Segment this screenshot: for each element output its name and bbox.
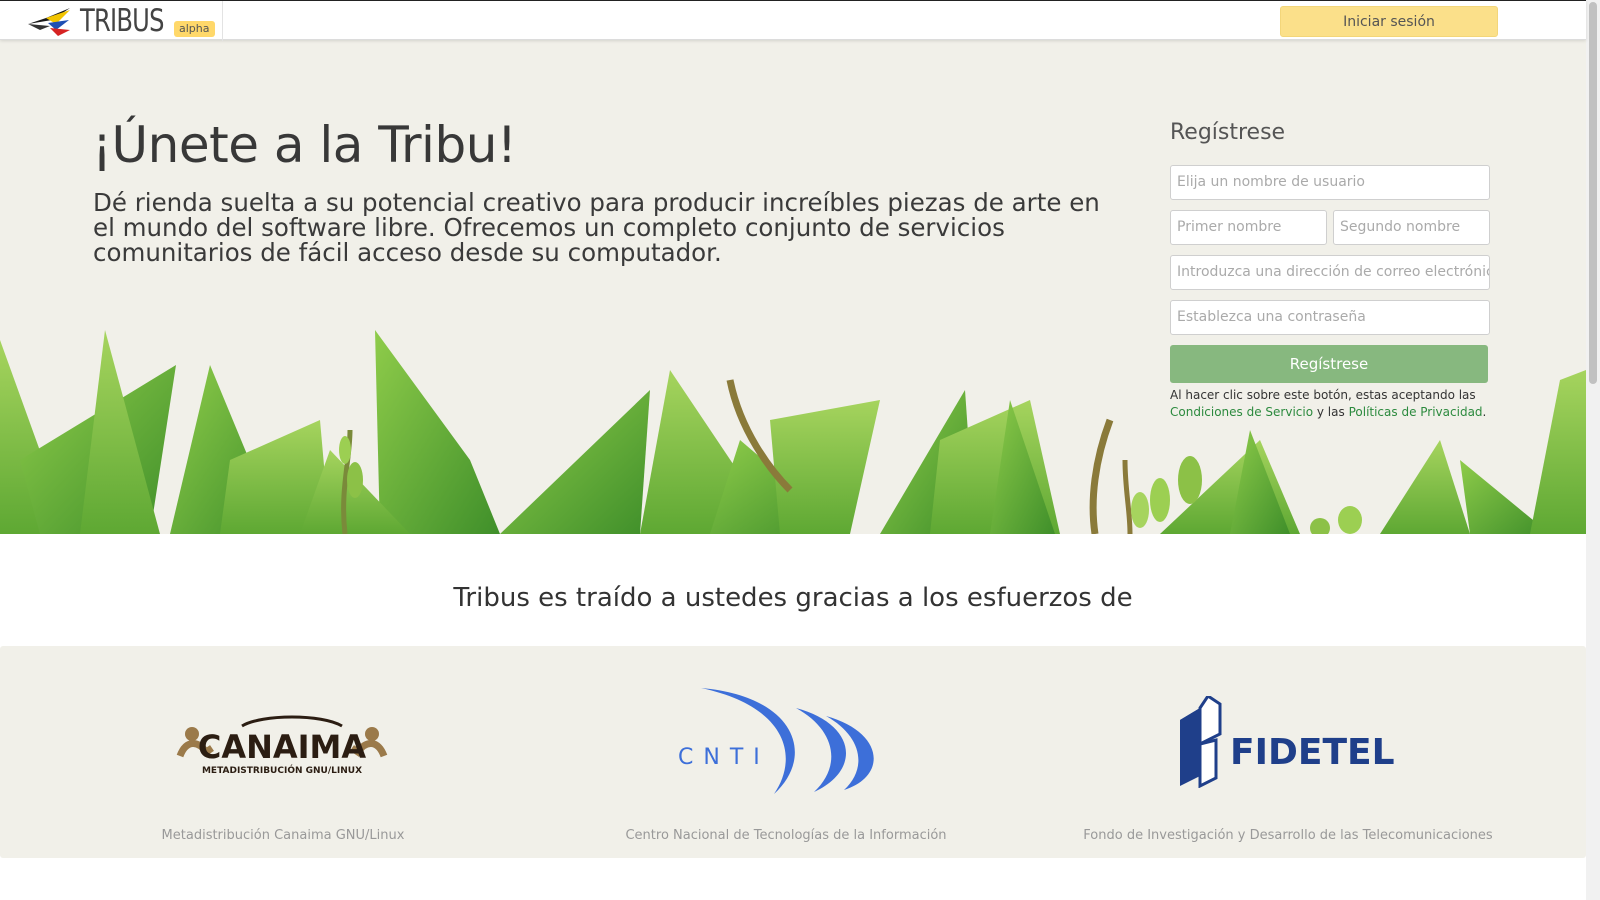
fidetel-logo-text: FIDETEL	[1230, 732, 1395, 773]
fidetel-logo[interactable]: FIDETEL	[1180, 693, 1400, 792]
email-input[interactable]: Introduzca una dirección de correo elect…	[1170, 255, 1490, 290]
canaima-caption: Metadistribución Canaima GNU/Linux	[161, 828, 405, 843]
top-navbar: TRIBUS alpha Iniciar sesión	[0, 0, 1586, 41]
scrollbar-thumb[interactable]	[1589, 2, 1597, 384]
canaima-logo-subtext: METADISTRIBUCIÓN GNU/LINUX	[202, 764, 362, 776]
alpha-badge: alpha	[174, 21, 215, 37]
register-button[interactable]: Regístrese	[1170, 345, 1488, 383]
signup-form: Regístrese Elija un nombre de usuario Pr…	[1170, 120, 1490, 421]
privacy-policy-link[interactable]: Políticas de Privacidad	[1349, 405, 1483, 419]
brand-logo-link[interactable]: TRIBUS	[26, 4, 187, 38]
hero-section: ¡Únete a la Tribu! Dé rienda suelta a su…	[0, 40, 1586, 534]
navbar-divider	[222, 1, 223, 41]
terms-text: Al hacer clic sobre este botón, estas ac…	[1170, 387, 1490, 421]
terms-suffix: .	[1482, 405, 1487, 419]
terms-middle: y las	[1316, 405, 1345, 419]
hero-title: ¡Únete a la Tribu!	[92, 116, 517, 174]
cnti-caption: Centro Nacional de Tecnologías de la Inf…	[625, 828, 947, 843]
cnti-logo-text: CNTI	[678, 745, 770, 770]
sponsors-title: Tribus es traído a ustedes gracias a los…	[453, 583, 1133, 613]
last-name-input[interactable]: Segundo nombre	[1333, 210, 1490, 245]
password-input[interactable]: Establezca una contraseña	[1170, 300, 1490, 335]
name-row: Primer nombre Segundo nombre	[1170, 210, 1490, 255]
sponsors-section: CANAIMA METADISTRIBUCIÓN GNU/LINUX Metad…	[0, 646, 1586, 858]
fidetel-caption: Fondo de Investigación y Desarrollo de l…	[1083, 828, 1493, 843]
page-scrollbar[interactable]	[1586, 0, 1600, 900]
canaima-logo-text: CANAIMA	[198, 728, 367, 766]
canaima-logo[interactable]: CANAIMA METADISTRIBUCIÓN GNU/LINUX	[172, 712, 392, 786]
terms-of-service-link[interactable]: Condiciones de Servicio	[1170, 405, 1313, 419]
signup-title: Regístrese	[1170, 120, 1286, 145]
username-input[interactable]: Elija un nombre de usuario	[1170, 165, 1490, 200]
brand-name: TRIBUS	[80, 3, 164, 39]
terms-prefix: Al hacer clic sobre este botón, estas ac…	[1170, 388, 1476, 402]
hero-description: Dé rienda suelta a su potencial creativo…	[93, 188, 1100, 267]
login-button[interactable]: Iniciar sesión	[1280, 6, 1498, 37]
first-name-input[interactable]: Primer nombre	[1170, 210, 1327, 245]
cnti-logo[interactable]: CNTI	[676, 686, 896, 802]
tribus-bird-icon	[28, 8, 70, 36]
